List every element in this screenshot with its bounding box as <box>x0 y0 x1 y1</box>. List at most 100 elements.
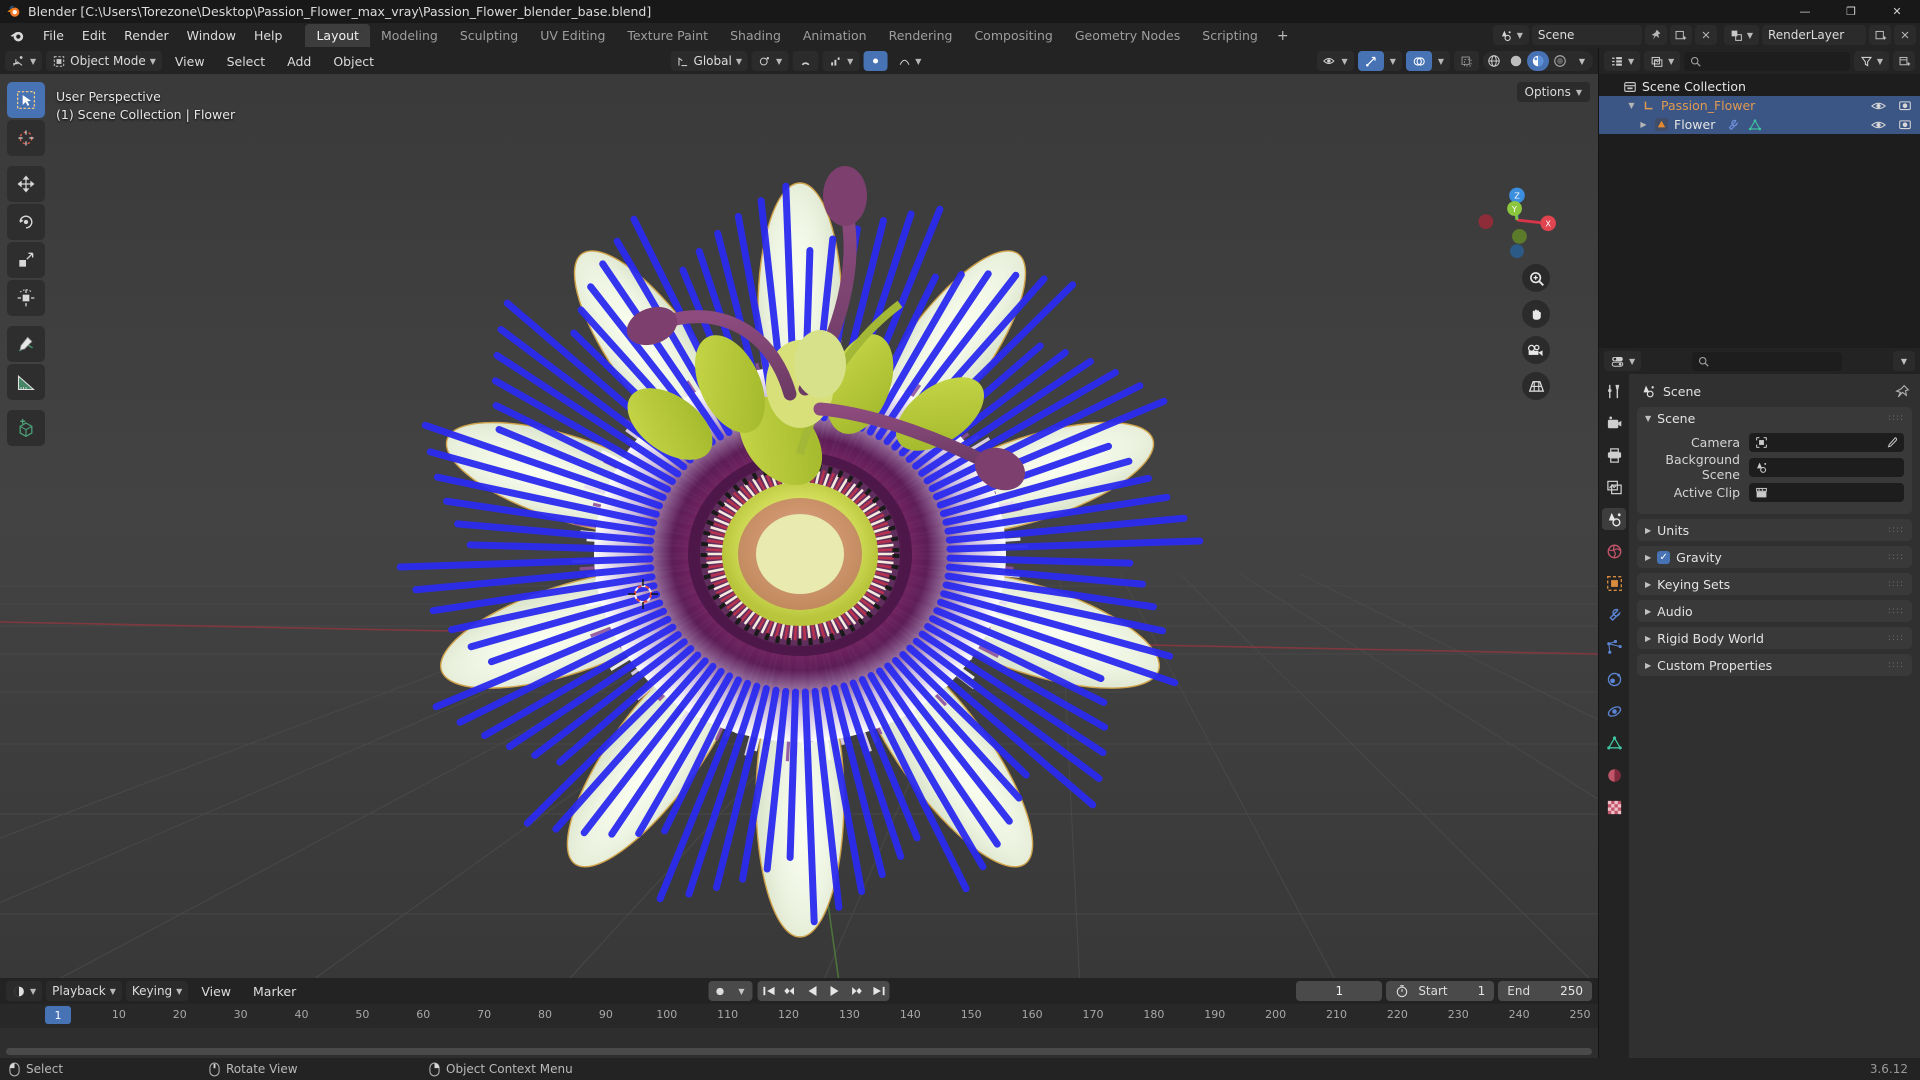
gizmo-selector[interactable]: ▼ <box>1357 51 1402 71</box>
view-layer-tab[interactable] <box>1602 476 1626 498</box>
properties-options-button[interactable]: ▼ <box>1893 351 1915 371</box>
outliner-display-mode-selector[interactable]: ▼ <box>1644 51 1681 71</box>
tweak-tool[interactable] <box>7 82 45 118</box>
outliner-row-passion-flower[interactable]: ▼ Passion_Flower <box>1599 96 1920 115</box>
object-data-tab[interactable] <box>1602 732 1626 754</box>
eyedropper-icon[interactable] <box>1885 436 1898 449</box>
menu-file[interactable]: File <box>34 25 73 46</box>
scene-browse-button[interactable]: ▼ <box>1492 25 1529 45</box>
transform-orientation-selector[interactable]: Global ▼ <box>670 51 748 71</box>
tab-animation[interactable]: Animation <box>792 24 878 47</box>
camera-field[interactable] <box>1749 432 1904 452</box>
custom-properties-panel[interactable]: ▶ Custom Properties :::: <box>1637 654 1912 676</box>
blender-menu-icon[interactable] <box>9 28 25 44</box>
expand-triangle-icon[interactable]: ▼ <box>1626 101 1637 110</box>
remove-view-layer-button[interactable] <box>1894 25 1916 45</box>
timeline-ruler[interactable]: 10 20 30 40 50 60 70 80 90 100 110 120 130 140 150 160 1… <box>0 1004 1598 1028</box>
tab-geometry-nodes[interactable]: Geometry Nodes <box>1064 24 1191 47</box>
timeline-menu-view[interactable]: View <box>192 982 240 1001</box>
outliner-row-scene-collection[interactable]: Scene Collection <box>1599 77 1920 96</box>
units-panel-header[interactable]: ▶ Units :::: <box>1637 519 1912 541</box>
viewport-menu-object[interactable]: Object <box>324 52 383 71</box>
viewport-menu-select[interactable]: Select <box>218 52 275 71</box>
timeline-playhead[interactable]: 1 <box>45 1006 71 1024</box>
material-preview-button[interactable] <box>1527 51 1549 71</box>
viewport-options-button[interactable]: Options ▼ <box>1516 82 1590 102</box>
tab-compositing[interactable]: Compositing <box>963 24 1063 47</box>
view-layer-name-field[interactable]: RenderLayer <box>1762 25 1866 45</box>
tab-layout[interactable]: Layout <box>305 24 370 47</box>
rotate-tool[interactable] <box>7 204 45 240</box>
proportional-falloff-selector[interactable] <box>863 51 888 71</box>
viewport-menu-view[interactable]: View <box>166 52 214 71</box>
next-keyframe-button[interactable] <box>846 981 868 1001</box>
zoom-icon[interactable] <box>1522 264 1550 292</box>
view-layer-browse-button[interactable]: ▼ <box>1723 25 1759 45</box>
pin-icon[interactable] <box>1895 384 1910 399</box>
add-workspace-button[interactable]: + <box>1269 26 1297 46</box>
solid-shading-button[interactable] <box>1505 51 1527 71</box>
timeline-menu-marker[interactable]: Marker <box>244 982 305 1001</box>
tab-rendering[interactable]: Rendering <box>878 24 964 47</box>
expand-triangle-icon[interactable]: ▶ <box>1638 120 1649 129</box>
particles-tab[interactable] <box>1602 636 1626 658</box>
unlink-scene-button[interactable] <box>1694 25 1717 45</box>
tab-uv-editing[interactable]: UV Editing <box>529 24 616 47</box>
overlays-selector[interactable]: ▼ <box>1405 51 1450 71</box>
background-scene-field[interactable] <box>1749 457 1904 477</box>
cursor-tool[interactable] <box>7 120 45 156</box>
custom-properties-panel-header[interactable]: ▶ Custom Properties :::: <box>1637 654 1912 676</box>
tool-tab[interactable] <box>1602 380 1626 402</box>
shading-options-chevron[interactable]: ▼ <box>1571 51 1593 71</box>
rigid-body-world-panel-header[interactable]: ▶ Rigid Body World :::: <box>1637 627 1912 649</box>
close-button[interactable]: ✕ <box>1874 0 1920 23</box>
render-tab[interactable] <box>1602 412 1626 434</box>
menu-window[interactable]: Window <box>178 25 245 46</box>
start-frame-value[interactable]: 1 <box>1478 984 1486 998</box>
annotate-tool[interactable] <box>7 326 45 362</box>
play-reverse-button[interactable] <box>802 981 824 1001</box>
output-tab[interactable] <box>1602 444 1626 466</box>
minimize-button[interactable]: — <box>1782 0 1828 23</box>
tab-shading[interactable]: Shading <box>719 24 792 47</box>
proportional-editing-selector[interactable]: ▼ <box>822 51 860 71</box>
falloff-curve-icon[interactable]: ▼ <box>891 51 927 71</box>
material-tab[interactable] <box>1602 764 1626 786</box>
snap-toggle[interactable] <box>792 51 819 71</box>
outliner-filter-button[interactable]: ▼ <box>1853 51 1889 71</box>
timeline-editor-type-selector[interactable]: ▼ <box>6 981 43 1001</box>
measure-tool[interactable] <box>7 364 45 400</box>
tab-sculpting[interactable]: Sculpting <box>449 24 529 47</box>
viewport-3d[interactable]: User Perspective (1) Scene Collection | … <box>0 74 1598 978</box>
scene-tab[interactable] <box>1602 508 1626 530</box>
outliner-editor-type-selector[interactable]: ▼ <box>1604 51 1641 71</box>
texture-tab[interactable] <box>1602 796 1626 818</box>
camera-render-icon[interactable] <box>1898 118 1912 131</box>
keying-sets-panel-header[interactable]: ▶ Keying Sets :::: <box>1637 573 1912 595</box>
pivot-point-selector[interactable]: ▼ <box>751 51 789 71</box>
auto-keying-group[interactable]: ▼ <box>708 981 753 1001</box>
eye-icon[interactable] <box>1871 100 1886 112</box>
modifier-icon[interactable] <box>1726 118 1740 132</box>
active-clip-field[interactable] <box>1749 482 1904 502</box>
audio-panel[interactable]: ▶ Audio :::: <box>1637 600 1912 622</box>
add-cube-tool[interactable] <box>7 410 45 446</box>
previous-keyframe-button[interactable] <box>780 981 802 1001</box>
timeline-menu-keying[interactable]: Keying ▼ <box>125 981 189 1001</box>
rendered-shading-button[interactable] <box>1549 51 1571 71</box>
jump-to-start-button[interactable] <box>758 981 780 1001</box>
gravity-checkbox[interactable]: ✓ <box>1657 550 1671 564</box>
physics-tab[interactable] <box>1602 668 1626 690</box>
gravity-panel[interactable]: ▶ ✓ Gravity :::: <box>1637 546 1912 568</box>
new-collection-button[interactable] <box>1893 51 1915 71</box>
current-frame-field[interactable]: 1 <box>1296 981 1383 1001</box>
object-tab[interactable] <box>1602 572 1626 594</box>
move-tool[interactable] <box>7 166 45 202</box>
jump-to-end-button[interactable] <box>868 981 890 1001</box>
properties-search-input[interactable] <box>1692 351 1843 371</box>
gravity-panel-header[interactable]: ▶ ✓ Gravity :::: <box>1637 546 1912 568</box>
tab-scripting[interactable]: Scripting <box>1191 24 1269 47</box>
world-tab[interactable] <box>1602 540 1626 562</box>
menu-render[interactable]: Render <box>115 25 178 46</box>
wireframe-shading-button[interactable] <box>1483 51 1505 71</box>
